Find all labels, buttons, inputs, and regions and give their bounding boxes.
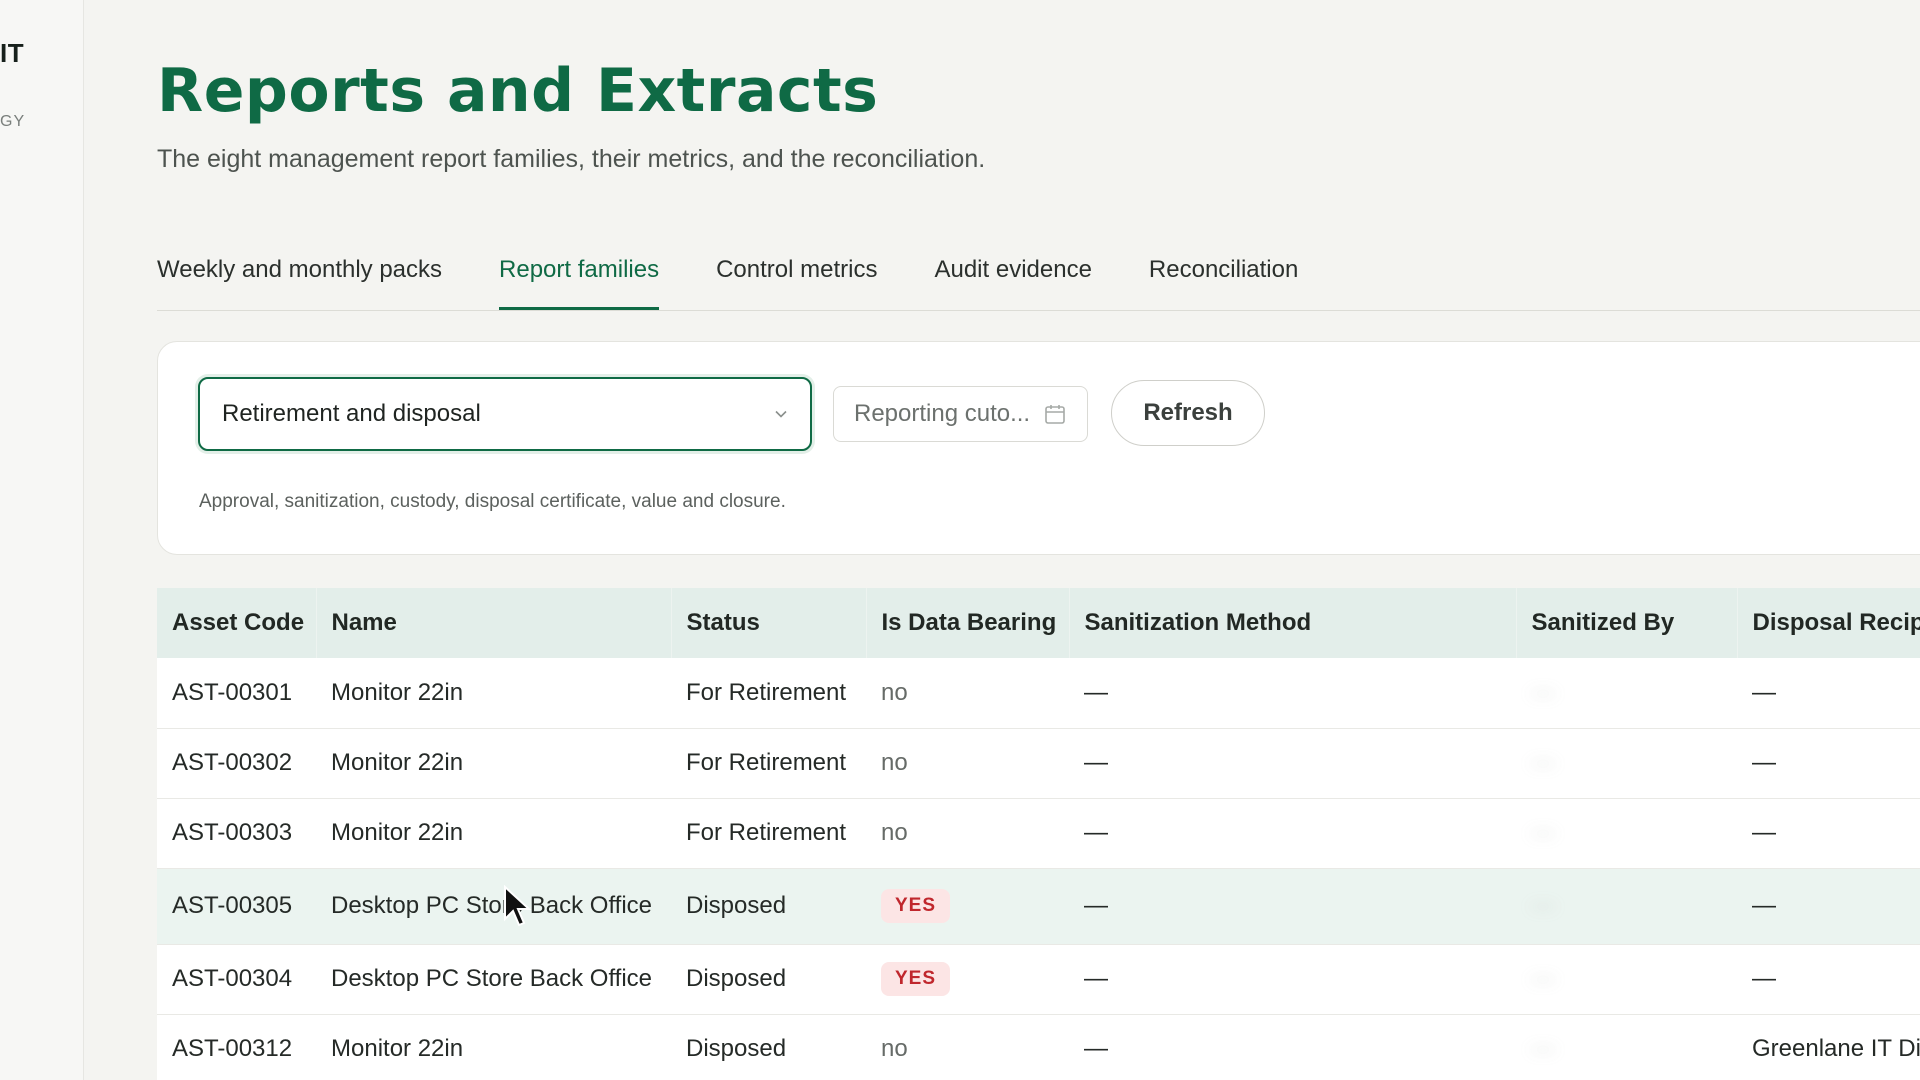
cell-name: Monitor 22in — [316, 728, 671, 799]
cell-disposal-recipient: — — [1737, 728, 1920, 799]
calendar-icon — [1045, 405, 1065, 424]
cell-status: Disposed — [671, 944, 866, 1015]
cell-status: Disposed — [671, 868, 866, 945]
tab-weekly-monthly-packs[interactable]: Weekly and monthly packs — [157, 248, 442, 301]
cell-name: Desktop PC Store Back Office — [316, 868, 671, 945]
cell-name: Monitor 22in — [316, 1014, 671, 1080]
table-row[interactable]: AST-00301 Monitor 22in For Retirement no… — [157, 658, 1920, 729]
col-header-asset-code[interactable]: Asset Code — [157, 588, 317, 658]
main-content: Reports and Extracts The eight managemen… — [157, 0, 1920, 1080]
cell-sanitization-method: — — [1069, 658, 1516, 729]
cell-is-data-bearing: no — [866, 658, 1069, 729]
col-header-name[interactable]: Name — [316, 588, 672, 658]
cell-sanitized-by: — — [1516, 944, 1737, 1015]
data-bearing-badge: YES — [881, 889, 951, 923]
table-row-hovered[interactable]: AST-00305 Desktop PC Store Back Office D… — [157, 868, 1920, 945]
data-bearing-badge: YES — [881, 962, 951, 996]
tab-control-metrics[interactable]: Control metrics — [716, 248, 877, 301]
cell-asset-code: AST-00312 — [157, 1014, 316, 1080]
cell-sanitization-method: — — [1069, 728, 1516, 799]
page-subtitle: The eight management report families, th… — [157, 145, 986, 173]
refresh-button[interactable]: Refresh — [1111, 380, 1265, 446]
cell-sanitization-method: — — [1069, 944, 1516, 1015]
cell-status: For Retirement — [671, 728, 866, 799]
report-family-value: Retirement and disposal — [222, 400, 481, 427]
cell-asset-code: AST-00301 — [157, 658, 316, 729]
cell-status: For Retirement — [671, 658, 866, 729]
cell-asset-code: AST-00305 — [157, 868, 316, 945]
cell-name: Monitor 22in — [316, 658, 671, 729]
tab-bar: Weekly and monthly packs Report families… — [157, 248, 1920, 311]
cell-disposal-recipient: Greenlane IT Di — [1737, 1014, 1920, 1080]
chevron-down-icon — [775, 410, 787, 418]
report-table: Asset Code Name Status Is Data Bearing S… — [157, 588, 1920, 1080]
cell-disposal-recipient: — — [1737, 944, 1920, 1015]
filter-card: Retirement and disposal Reporting cuto..… — [157, 341, 1920, 555]
cell-asset-code: AST-00304 — [157, 944, 316, 1015]
cell-status: For Retirement — [671, 798, 866, 869]
cell-asset-code: AST-00303 — [157, 798, 316, 869]
col-header-sanitization-method[interactable]: Sanitization Method — [1069, 588, 1517, 658]
cell-sanitized-by: — — [1516, 798, 1737, 869]
tab-report-families[interactable]: Report families — [499, 248, 660, 310]
brand-tagline: GY — [0, 113, 26, 130]
tab-reconciliation[interactable]: Reconciliation — [1149, 248, 1298, 301]
cell-disposal-recipient: — — [1737, 798, 1920, 869]
cell-asset-code: AST-00302 — [157, 728, 316, 799]
cell-disposal-recipient: — — [1737, 868, 1920, 945]
brand-name: IT — [0, 38, 25, 68]
col-header-is-data-bearing[interactable]: Is Data Bearing — [866, 588, 1070, 658]
col-header-sanitized-by[interactable]: Sanitized By — [1516, 588, 1738, 658]
cell-status: Disposed — [671, 1014, 866, 1080]
cell-is-data-bearing: no — [866, 728, 1069, 799]
report-family-select[interactable]: Retirement and disposal — [198, 377, 812, 451]
table-row[interactable]: AST-00304 Desktop PC Store Back Office D… — [157, 944, 1920, 1015]
col-header-disposal-recipient[interactable]: Disposal Recip — [1737, 588, 1920, 658]
cell-name: Monitor 22in — [316, 798, 671, 869]
col-header-status[interactable]: Status — [671, 588, 867, 658]
cell-disposal-recipient: — — [1737, 658, 1920, 729]
cell-is-data-bearing: no — [866, 1014, 1069, 1080]
app-window: IT GY Reports and Extracts The eight man… — [0, 0, 1920, 1080]
cell-sanitized-by: — — [1516, 1014, 1737, 1080]
cell-sanitized-by: — — [1516, 868, 1737, 945]
page-title: Reports and Extracts — [157, 56, 879, 126]
cell-name: Desktop PC Store Back Office — [316, 944, 671, 1015]
cell-sanitization-method: — — [1069, 868, 1516, 945]
cell-sanitization-method: — — [1069, 798, 1516, 869]
table-row[interactable]: AST-00302 Monitor 22in For Retirement no… — [157, 728, 1920, 799]
cell-is-data-bearing: YES — [866, 944, 1069, 1015]
table-row[interactable]: AST-00303 Monitor 22in For Retirement no… — [157, 798, 1920, 869]
reporting-cutoff-field[interactable]: Reporting cuto... — [833, 386, 1088, 442]
sidebar: IT GY — [0, 0, 84, 1080]
table-header-row: Asset Code Name Status Is Data Bearing S… — [157, 588, 1920, 658]
tab-audit-evidence[interactable]: Audit evidence — [934, 248, 1091, 301]
cell-sanitization-method: — — [1069, 1014, 1516, 1080]
cell-sanitized-by: — — [1516, 728, 1737, 799]
cell-is-data-bearing: YES — [866, 868, 1069, 945]
cell-is-data-bearing: no — [866, 798, 1069, 869]
cell-sanitized-by: — — [1516, 658, 1737, 729]
table-row[interactable]: AST-00312 Monitor 22in Disposed no — — G… — [157, 1014, 1920, 1080]
reporting-cutoff-placeholder: Reporting cuto... — [854, 400, 1031, 427]
report-family-description: Approval, sanitization, custody, disposa… — [199, 491, 786, 512]
